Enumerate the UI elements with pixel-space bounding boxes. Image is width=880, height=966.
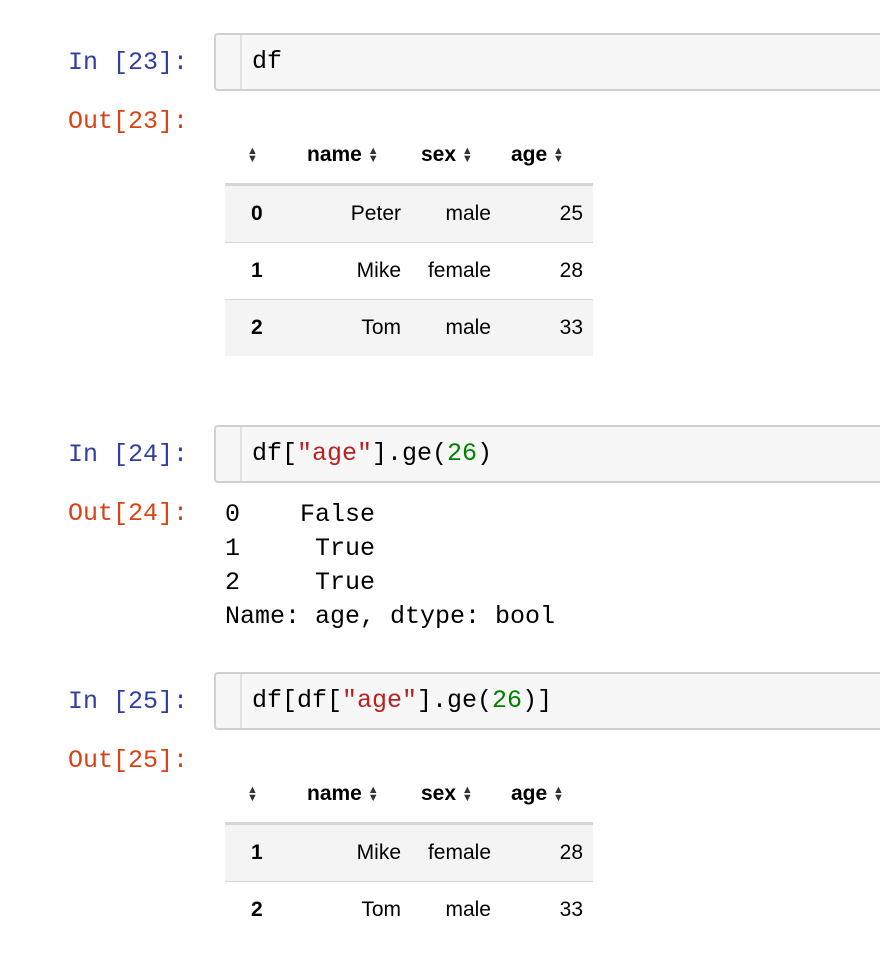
output-prompt-25: Out[25]:: [68, 746, 189, 775]
series-output-24: 0 False 1 True 2 True Name: age, dtype: boo…: [225, 498, 555, 634]
output-prompt-24: Out[24]:: [68, 499, 189, 528]
code-text-23: df: [252, 47, 283, 76]
row-index: 0: [251, 202, 263, 225]
cell-gutter: [240, 35, 242, 89]
input-prompt-23: In [23]:: [68, 48, 189, 77]
cell-sex: female: [427, 259, 491, 282]
cell-sex: female: [427, 841, 491, 864]
sort-icon[interactable]: ▲ ▼: [553, 785, 564, 804]
row-index: 2: [251, 898, 263, 921]
index-sort-header[interactable]: ▲ ▼: [225, 766, 307, 824]
sort-icon[interactable]: ▲ ▼: [462, 146, 473, 165]
dataframe-output-23: ▲ ▼ name ▲ ▼ sex ▲ ▼ age ▲ ▼ 0 Peter male 25…: [225, 127, 593, 356]
cell-sex: male: [445, 316, 491, 339]
table-header-row: ▲ ▼ name ▲ ▼ sex ▲ ▼ age ▲ ▼: [225, 766, 593, 824]
sort-icon[interactable]: ▲ ▼: [368, 785, 379, 804]
cell-age: 28: [559, 841, 583, 864]
sort-icon[interactable]: ▲ ▼: [553, 146, 564, 165]
cell-age: 33: [559, 316, 583, 339]
column-header-sex[interactable]: sex ▲ ▼: [421, 127, 511, 185]
column-header-name[interactable]: name ▲ ▼: [307, 766, 421, 824]
cell-name: Peter: [350, 202, 401, 225]
code-text-24: df["age"].ge(26): [252, 439, 493, 468]
column-header-name[interactable]: name ▲ ▼: [307, 127, 421, 185]
cell-name: Tom: [361, 898, 401, 921]
cell-name: Mike: [356, 259, 401, 282]
output-prompt-23: Out[23]:: [68, 107, 189, 136]
table-header-row: ▲ ▼ name ▲ ▼ sex ▲ ▼ age ▲ ▼: [225, 127, 593, 185]
code-cell-25[interactable]: df[df["age"].ge(26)]: [214, 672, 880, 730]
column-header-age[interactable]: age ▲ ▼: [511, 766, 593, 824]
code-cell-23[interactable]: df: [214, 33, 880, 91]
sort-icon[interactable]: ▲ ▼: [462, 785, 473, 804]
table-row: 1 Mike female 28: [225, 242, 593, 300]
cell-gutter: [240, 674, 242, 728]
output-line: 0 False: [225, 500, 376, 529]
table-row: 0 Peter male 25: [225, 184, 593, 243]
input-prompt-25: In [25]:: [68, 687, 189, 716]
output-line: 2 True: [225, 568, 376, 597]
column-header-sex[interactable]: sex ▲ ▼: [421, 766, 511, 824]
sort-icon[interactable]: ▲ ▼: [247, 785, 258, 804]
table-row: 1 Mike female 28: [225, 823, 593, 882]
input-prompt-24: In [24]:: [68, 440, 189, 469]
cell-age: 25: [559, 202, 583, 225]
sort-icon[interactable]: ▲ ▼: [247, 146, 258, 165]
index-sort-header[interactable]: ▲ ▼: [225, 127, 307, 185]
column-header-age[interactable]: age ▲ ▼: [511, 127, 593, 185]
cell-age: 28: [559, 259, 583, 282]
code-text-25: df[df["age"].ge(26)]: [252, 686, 553, 715]
table-row: 2 Tom male 33: [225, 881, 593, 939]
cell-gutter: [240, 427, 242, 481]
cell-name: Tom: [361, 316, 401, 339]
output-line: 1 True: [225, 534, 376, 563]
output-line: Name: age, dtype: bool: [225, 602, 556, 631]
cell-sex: male: [445, 898, 491, 921]
sort-icon[interactable]: ▲ ▼: [368, 146, 379, 165]
row-index: 1: [251, 259, 263, 282]
table-row: 2 Tom male 33: [225, 299, 593, 356]
cell-sex: male: [445, 202, 491, 225]
row-index: 1: [251, 841, 263, 864]
dataframe-output-25: ▲ ▼ name ▲ ▼ sex ▲ ▼ age ▲ ▼ 1 Mike female 2…: [225, 766, 593, 938]
cell-age: 33: [559, 898, 583, 921]
cell-name: Mike: [356, 841, 401, 864]
code-cell-24[interactable]: df["age"].ge(26): [214, 425, 880, 483]
row-index: 2: [251, 316, 263, 339]
